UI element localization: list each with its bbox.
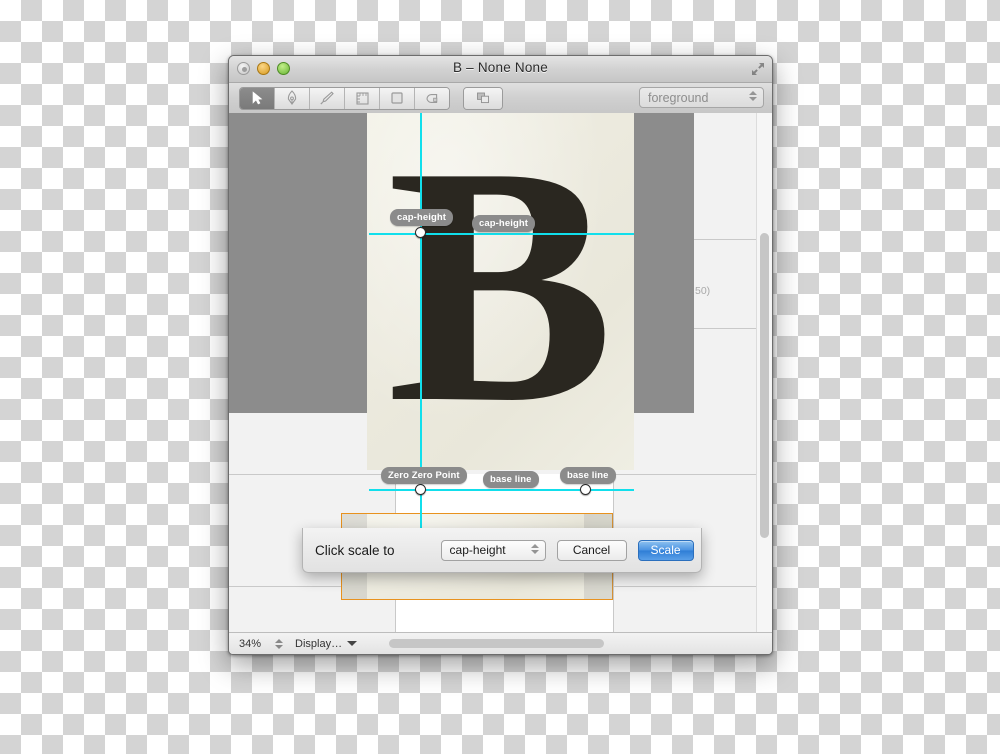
zoom-stepper[interactable] — [275, 638, 283, 649]
layer-select-value: foreground — [648, 90, 709, 105]
overlapping-squares-icon — [477, 92, 489, 104]
glyph-letter: B — [387, 113, 614, 473]
tag-cap-height-right: cap-height — [472, 215, 536, 232]
rectangle-tool[interactable] — [380, 87, 415, 109]
select-arrow-tool[interactable] — [240, 87, 275, 109]
base-line-right-handle[interactable] — [580, 484, 591, 495]
tag-base-line-right: base line — [560, 467, 616, 484]
ruler-icon — [355, 91, 369, 105]
rectangle-icon — [391, 92, 403, 104]
combine-paths-cell[interactable] — [464, 87, 502, 109]
pen-nib-icon — [287, 90, 297, 105]
scale-button[interactable]: Scale — [637, 539, 694, 561]
window-title: B – None None — [453, 60, 548, 75]
measure-tool[interactable] — [345, 87, 380, 109]
pen-tool[interactable] — [275, 87, 310, 109]
cancel-button[interactable]: Cancel — [556, 539, 627, 561]
horizontal-scrollbar-thumb[interactable] — [389, 639, 604, 648]
scale-target-popup[interactable]: cap-height — [440, 539, 546, 561]
display-options-label: Display… — [295, 637, 343, 650]
layer-select[interactable]: foreground — [639, 87, 764, 108]
glyph-canvas[interactable]: B cap-height cap-height Zero Zero Point … — [229, 113, 772, 633]
cap-height-handle[interactable] — [415, 227, 426, 238]
combine-paths-button[interactable] — [463, 86, 503, 110]
zoom-level-value: 34% — [239, 637, 262, 650]
main-toolbar: foreground — [229, 83, 772, 114]
vertical-scrollbar-thumb[interactable] — [760, 233, 769, 538]
tag-cap-height-left: cap-height — [390, 209, 454, 226]
shape-tool[interactable] — [415, 87, 449, 109]
window-titlebar: B – None None — [229, 56, 772, 83]
right-margin-bar — [634, 113, 694, 413]
document-window: B – None None foreground B cap-height ca… — [228, 55, 773, 655]
cap-height-guide[interactable] — [369, 233, 634, 235]
scanned-image[interactable]: B — [367, 113, 634, 470]
tag-base-line-left: base line — [483, 471, 539, 488]
scale-dialog-prompt: Click scale to — [315, 542, 395, 558]
stepper-arrows-icon — [530, 543, 539, 554]
zero-zero-point-handle[interactable] — [415, 484, 426, 495]
vertical-scrollbar[interactable] — [756, 113, 772, 633]
tool-group — [239, 86, 450, 110]
scale-dialog-sheet: Click scale to cap-height Cancel Scale — [302, 528, 702, 573]
left-margin-bar-inner — [301, 113, 367, 413]
arrow-cursor-icon — [252, 91, 262, 105]
status-bar: 34% Display… — [229, 632, 772, 654]
blob-shape-icon — [426, 93, 438, 103]
stepper-arrows-icon — [749, 91, 757, 101]
base-line-guide[interactable] — [369, 489, 634, 491]
scale-target-value: cap-height — [449, 543, 506, 557]
chevron-down-icon — [347, 641, 358, 646]
display-options-button[interactable]: Display… — [295, 637, 358, 650]
knife-tool[interactable] — [310, 87, 345, 109]
expand-arrows-icon[interactable] — [750, 61, 766, 77]
knife-icon — [320, 91, 334, 105]
tag-zero-zero-point: Zero Zero Point — [381, 467, 467, 484]
metric-label-clipped: 50) — [695, 285, 711, 297]
